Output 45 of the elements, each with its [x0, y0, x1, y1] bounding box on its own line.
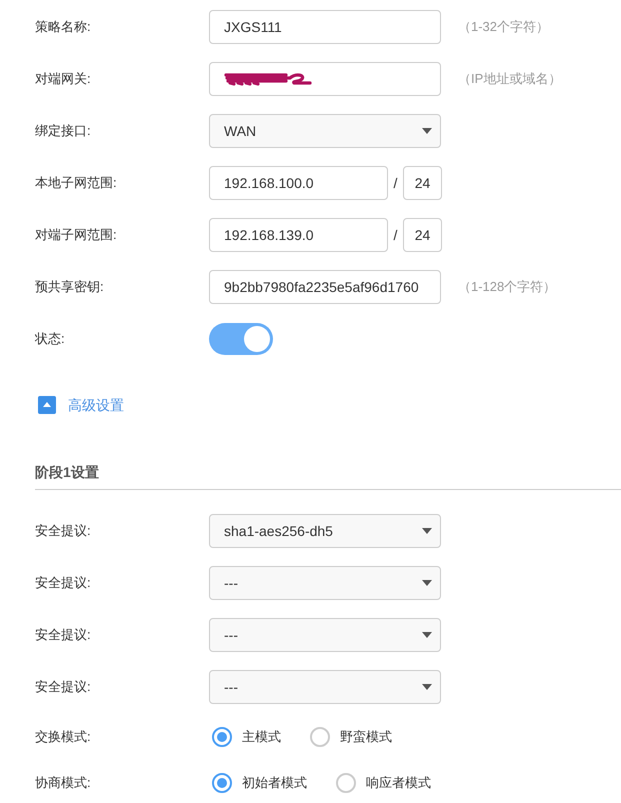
- field-label: 对端子网范围:: [35, 226, 118, 244]
- section-title: 阶段1设置: [35, 464, 99, 480]
- radio-button[interactable]: [212, 727, 232, 747]
- input-field[interactable]: [209, 62, 441, 96]
- caret-icon: [422, 128, 432, 134]
- radio-label[interactable]: 野蛮模式: [340, 727, 392, 747]
- field-label: 本地子网范围:: [35, 174, 118, 192]
- field-label: 策略名称:: [35, 18, 92, 36]
- field-label: 对端网关:: [35, 70, 92, 88]
- field-label: 交换模式:: [35, 728, 92, 746]
- status-toggle[interactable]: [209, 323, 273, 355]
- mask-field[interactable]: 24: [403, 218, 442, 252]
- field-label: 安全提议:: [35, 678, 92, 696]
- caret-icon: [422, 528, 432, 534]
- hint-text: （1-128个字符）: [458, 278, 556, 296]
- field-label: 协商模式:: [35, 774, 92, 792]
- hint-text: （IP地址或域名）: [458, 70, 562, 88]
- caret-icon: [422, 580, 432, 586]
- dropdown[interactable]: ---: [209, 618, 441, 652]
- input-field[interactable]: JXGS111: [209, 10, 441, 44]
- field-label: 状态:: [35, 330, 66, 348]
- dropdown[interactable]: ---: [209, 566, 441, 600]
- ip-address-field[interactable]: 192.168.139.0: [209, 218, 388, 252]
- radio-button[interactable]: [336, 773, 356, 793]
- field-label: 绑定接口:: [35, 122, 92, 140]
- hint-text: （1-32个字符）: [458, 18, 550, 36]
- field-label: 预共享密钥:: [35, 278, 105, 296]
- field-label: 安全提议:: [35, 626, 92, 644]
- radio-label[interactable]: 主模式: [242, 727, 281, 747]
- radio-button[interactable]: [310, 727, 330, 747]
- dropdown[interactable]: WAN: [209, 114, 441, 148]
- caret-icon: [422, 632, 432, 638]
- slash-separator: /: [392, 226, 398, 244]
- dropdown[interactable]: ---: [209, 670, 441, 704]
- radio-label[interactable]: 初始者模式: [242, 773, 307, 793]
- ip-address-field[interactable]: 192.168.100.0: [209, 166, 388, 200]
- input-field[interactable]: 9b2bb7980fa2235e5af96d1760: [209, 270, 441, 304]
- field-label: 安全提议:: [35, 522, 92, 540]
- field-label: 安全提议:: [35, 574, 92, 592]
- radio-label[interactable]: 响应者模式: [366, 773, 431, 793]
- slash-separator: /: [392, 174, 398, 192]
- caret-icon: [422, 684, 432, 690]
- mask-field[interactable]: 24: [403, 166, 442, 200]
- radio-button[interactable]: [212, 773, 232, 793]
- dropdown[interactable]: sha1-aes256-dh5: [209, 514, 441, 548]
